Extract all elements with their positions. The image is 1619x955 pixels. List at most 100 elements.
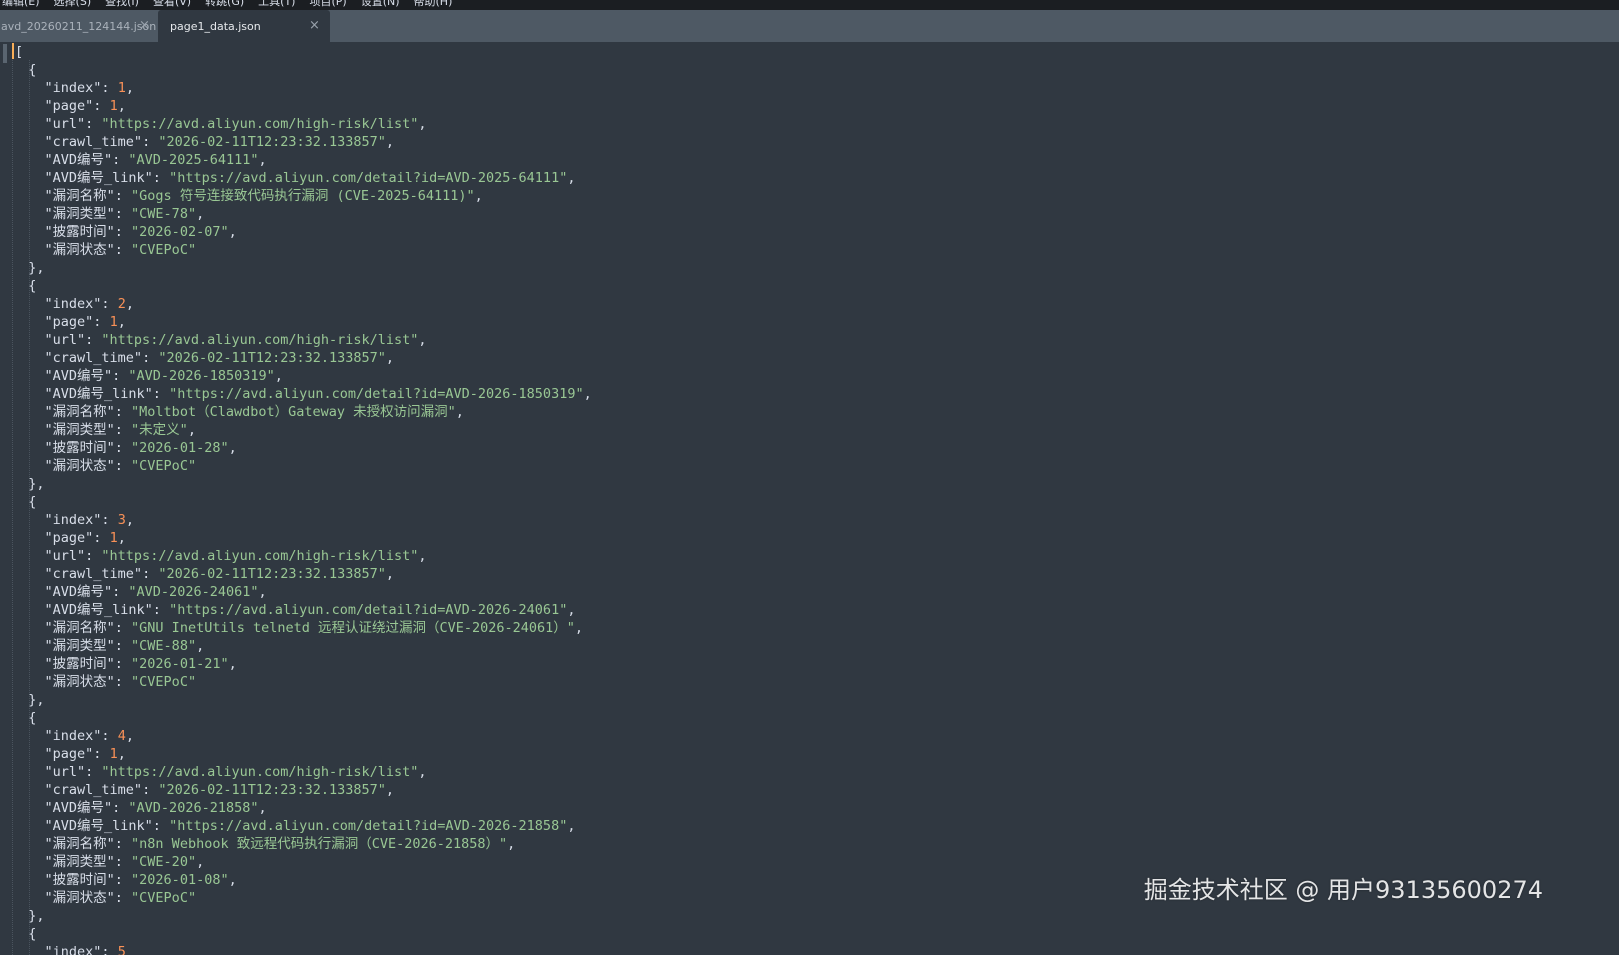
- menu-item[interactable]: 转跳(G): [205, 0, 244, 9]
- json-string: "n8n Webhook 致远程代码执行漏洞（CVE-2026-21858）": [131, 836, 508, 852]
- menu-item[interactable]: 工具(T): [258, 0, 295, 9]
- code-line: {: [12, 925, 592, 943]
- json-string: "CVEPoC": [131, 890, 197, 906]
- code-line: "漏洞名称": "GNU InetUtils telnetd 远程认证绕过漏洞（…: [12, 619, 592, 637]
- tab-bar: avd_20260211_124144.json × page1_data.js…: [0, 10, 1619, 42]
- menu-item[interactable]: 设置(N): [361, 0, 400, 9]
- menu-item[interactable]: 查看(V): [153, 0, 191, 9]
- code-line: "crawl_time": "2026-02-11T12:23:32.13385…: [12, 133, 592, 151]
- json-punctuation: :: [101, 80, 118, 96]
- json-punctuation: ,: [117, 746, 126, 762]
- json-punctuation: :: [93, 314, 110, 330]
- code-line: {: [12, 277, 592, 295]
- json-punctuation: :: [101, 512, 118, 528]
- json-key: "披露时间": [44, 872, 115, 888]
- json-punctuation: [: [15, 44, 24, 60]
- json-string: "https://avd.aliyun.com/high-risk/list": [101, 764, 419, 780]
- close-icon[interactable]: ×: [139, 19, 150, 32]
- json-punctuation: ,: [258, 152, 267, 168]
- json-punctuation: ,: [567, 818, 576, 834]
- code-line: {: [12, 493, 592, 511]
- json-string: "https://avd.aliyun.com/high-risk/list": [101, 332, 419, 348]
- json-string: "2026-01-28": [131, 440, 229, 456]
- json-punctuation: :: [142, 134, 159, 150]
- code-editor[interactable]: [ { "index": 1, "page": 1, "url": "https…: [0, 42, 1619, 955]
- menu-item[interactable]: 帮助(H): [414, 0, 453, 9]
- menu-item[interactable]: 查找(I): [105, 0, 139, 9]
- code-line: "page": 1,: [12, 529, 592, 547]
- code-line: "漏洞类型": "CWE-78",: [12, 205, 592, 223]
- tab-page1-data-json[interactable]: page1_data.json ×: [158, 10, 330, 42]
- menu-item[interactable]: 项目(P): [309, 0, 346, 9]
- json-punctuation: ,: [418, 332, 427, 348]
- json-punctuation: ,: [418, 548, 427, 564]
- json-key: "crawl_time": [44, 566, 143, 582]
- json-punctuation: :: [114, 656, 132, 672]
- menu-item[interactable]: 选择(S): [54, 0, 92, 9]
- json-key: "page": [44, 98, 94, 114]
- json-key: "漏洞名称": [44, 836, 115, 852]
- code-line: "index": 1,: [12, 79, 592, 97]
- code-line: "crawl_time": "2026-02-11T12:23:32.13385…: [12, 565, 592, 583]
- code-line: "AVD编号_link": "https://avd.aliyun.com/de…: [12, 817, 592, 835]
- json-key: "index": [44, 512, 102, 528]
- json-punctuation: :: [114, 188, 132, 204]
- tab-avd-json[interactable]: avd_20260211_124144.json ×: [0, 10, 158, 42]
- code-line: "page": 1,: [12, 97, 592, 115]
- json-punctuation: :: [114, 422, 132, 438]
- json-string: "2026-01-21": [131, 656, 229, 672]
- code-line: "漏洞状态": "CVEPoC": [12, 673, 592, 691]
- json-key: "漏洞名称": [44, 404, 115, 420]
- json-punctuation: :: [101, 296, 118, 312]
- json-punctuation: {: [12, 710, 37, 726]
- json-number: 1: [109, 314, 118, 330]
- json-code[interactable]: [ { "index": 1, "page": 1, "url": "https…: [12, 43, 592, 955]
- json-punctuation: ,: [117, 314, 126, 330]
- json-punctuation: ,: [187, 422, 196, 438]
- json-number: 2: [117, 296, 126, 312]
- code-line: "披露时间": "2026-01-21",: [12, 655, 592, 673]
- json-string: "https://avd.aliyun.com/detail?id=AVD-20…: [169, 170, 568, 186]
- json-punctuation: ,: [507, 836, 516, 852]
- json-punctuation: ,: [228, 872, 237, 888]
- json-key: "page": [44, 746, 94, 762]
- json-punctuation: :: [114, 242, 132, 258]
- json-string: "AVD-2026-21858": [128, 800, 259, 816]
- json-punctuation: ,: [385, 782, 395, 798]
- code-line: "AVD编号": "AVD-2026-21858",: [12, 799, 592, 817]
- close-icon[interactable]: ×: [309, 19, 320, 32]
- json-key: "披露时间": [44, 440, 115, 456]
- json-punctuation: :: [112, 584, 129, 600]
- tab-label: avd_20260211_124144.json: [1, 19, 157, 33]
- json-key: "index": [44, 296, 102, 312]
- code-line: },: [12, 259, 592, 277]
- code-line: {: [12, 61, 592, 79]
- code-line: "漏洞名称": "n8n Webhook 致远程代码执行漏洞（CVE-2026-…: [12, 835, 592, 853]
- json-key: "index": [44, 944, 102, 955]
- json-punctuation: :: [114, 620, 132, 636]
- code-line: {: [12, 709, 592, 727]
- json-string: "CWE-78": [131, 206, 197, 222]
- json-punctuation: ,: [125, 80, 134, 96]
- code-line: "漏洞状态": "CVEPoC": [12, 241, 592, 259]
- json-punctuation: ,: [385, 134, 395, 150]
- code-line: "AVD编号": "AVD-2026-1850319",: [12, 367, 592, 385]
- menu-item[interactable]: 编辑(E): [2, 0, 40, 9]
- json-number: 3: [117, 512, 126, 528]
- json-key: "漏洞名称": [44, 620, 115, 636]
- json-key: "漏洞状态": [44, 458, 115, 474]
